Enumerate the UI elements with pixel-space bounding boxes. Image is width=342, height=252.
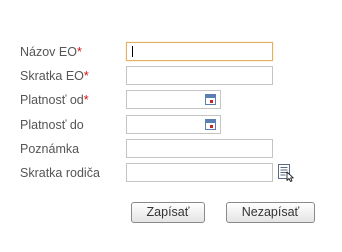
required-mark: * xyxy=(83,93,89,107)
required-mark: * xyxy=(76,45,82,59)
label-poznamka: Poznámka xyxy=(20,142,80,156)
nazov-eo-input[interactable] xyxy=(126,42,273,61)
label-skratka-rodica: Skratka rodiča xyxy=(20,166,100,180)
cancel-button[interactable]: Nezapísať xyxy=(226,202,315,223)
row-nazov-eo: Názov EO* xyxy=(0,42,342,64)
field-label: Platnosť do xyxy=(20,118,84,132)
text-caret xyxy=(132,46,133,57)
lookup-list-icon[interactable] xyxy=(277,163,295,182)
platnost-do-input[interactable] xyxy=(126,115,221,134)
required-mark: * xyxy=(83,69,89,83)
calendar-icon[interactable] xyxy=(205,94,216,105)
row-platnost-do: Platnosť do xyxy=(0,115,342,137)
platnost-od-input[interactable] xyxy=(126,90,221,109)
row-platnost-od: Platnosť od* xyxy=(0,90,342,112)
skratka-eo-input[interactable] xyxy=(126,66,273,85)
label-skratka-eo: Skratka EO xyxy=(20,69,84,83)
label-platnost-do: Platnosť do xyxy=(20,118,84,132)
field-label: Skratka EO* xyxy=(20,69,89,83)
field-label: Názov EO* xyxy=(20,45,82,59)
poznamka-input[interactable] xyxy=(126,139,273,158)
field-label: Poznámka xyxy=(20,142,79,156)
field-label: Skratka rodiča xyxy=(20,166,100,180)
row-poznamka: Poznámka xyxy=(0,139,342,161)
row-skratka-eo: Skratka EO* xyxy=(0,66,342,88)
field-label: Platnosť od* xyxy=(20,93,89,107)
label-platnost-od: Platnosť od xyxy=(20,93,84,107)
label-nazov-eo: Názov EO xyxy=(20,45,77,59)
skratka-rodica-input[interactable] xyxy=(126,163,273,182)
save-button[interactable]: Zapísať xyxy=(131,202,205,223)
row-skratka-rodica: Skratka rodiča xyxy=(0,163,342,185)
calendar-icon[interactable] xyxy=(205,119,216,130)
